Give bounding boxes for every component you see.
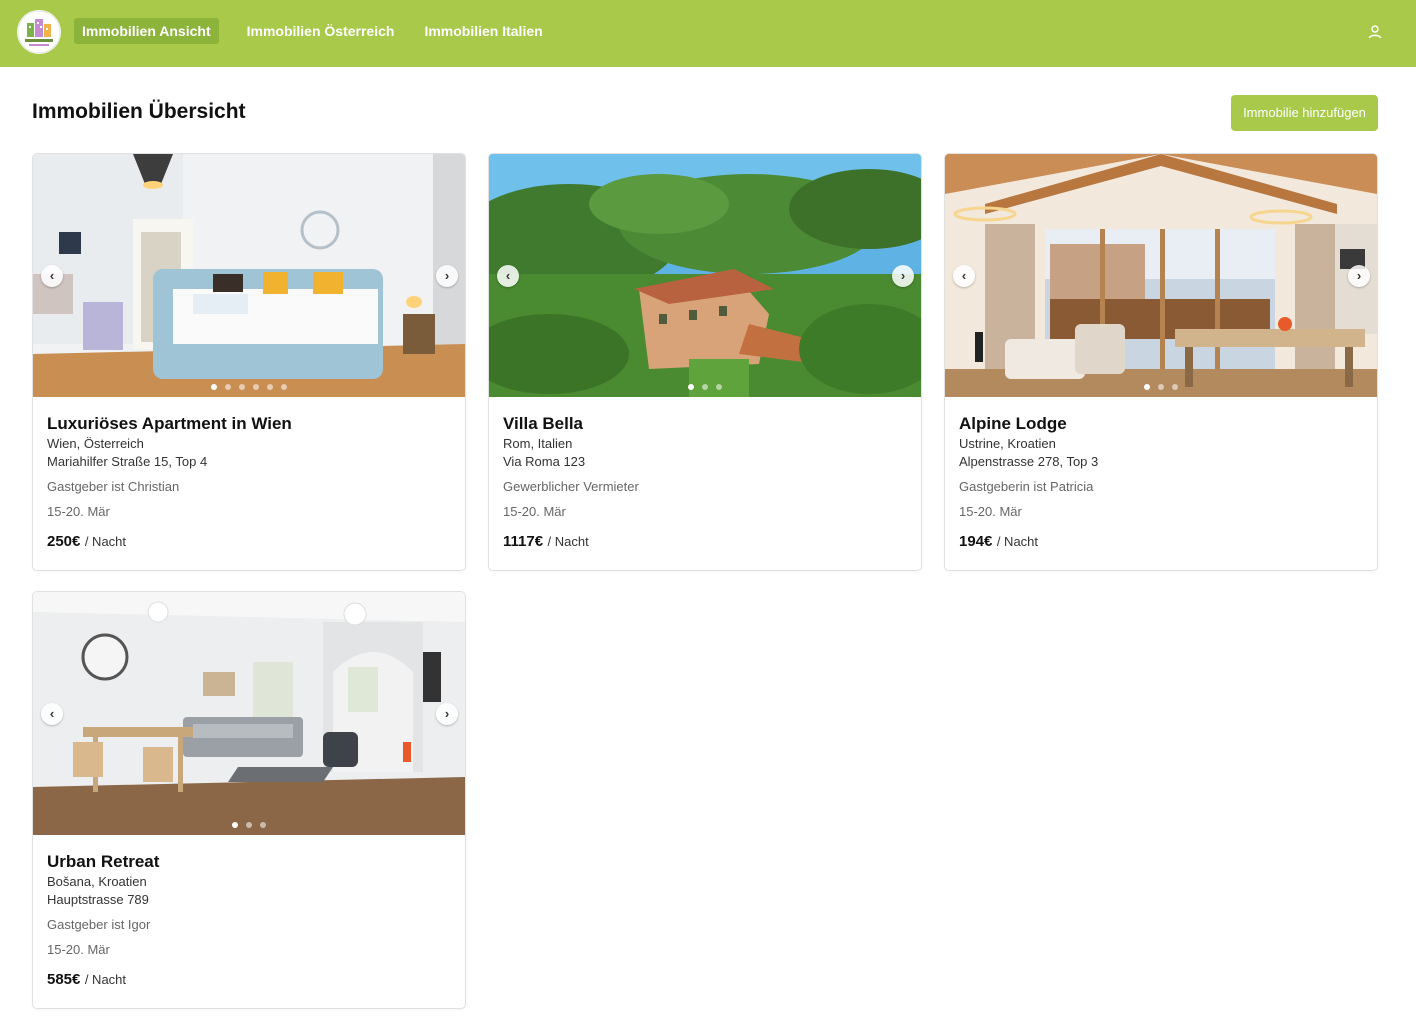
property-card[interactable]: ‹ › Luxuriöses Apartment in Wien Wien, Ö… (32, 153, 466, 571)
property-dates: 15-20. Mär (503, 504, 566, 519)
price-value: 1117€ (503, 533, 544, 550)
carousel-prev-button[interactable]: ‹ (41, 703, 63, 725)
carousel-dot[interactable] (1172, 384, 1178, 390)
property-price: 585€ / Nacht (47, 970, 451, 990)
price-value: 585€ (47, 971, 81, 988)
main-nav: Immobilien Ansicht Immobilien Österreich… (74, 18, 551, 44)
property-host: Gastgeberin ist Patricia (959, 479, 1094, 494)
page-title: Immobilien Übersicht (32, 100, 246, 123)
property-location: Wien, Österreich (47, 436, 144, 451)
property-title[interactable]: Alpine Lodge (959, 414, 1363, 434)
nav-item-immobilien-italien[interactable]: Immobilien Italien (416, 18, 550, 44)
villa-photo (489, 154, 921, 397)
property-address: Alpenstrasse 278, Top 3 (959, 454, 1099, 469)
carousel-dots (33, 384, 465, 390)
carousel-dot[interactable] (232, 822, 238, 828)
property-address: Via Roma 123 (503, 454, 586, 469)
carousel-dot[interactable] (211, 384, 217, 390)
carousel-dots (489, 384, 921, 390)
nav-item-immobilien-ansicht[interactable]: Immobilien Ansicht (74, 18, 219, 44)
property-card[interactable]: ‹ › Alpine Lodge Ustrine, Kroatien Alpen… (944, 153, 1378, 571)
property-card[interactable]: ‹ › Villa Bella Rom, Italien Via Roma 12… (488, 153, 922, 571)
carousel-dot[interactable] (702, 384, 708, 390)
carousel-prev-button[interactable]: ‹ (497, 265, 519, 287)
property-price: 1117€ / Nacht (503, 532, 907, 552)
property-title[interactable]: Urban Retreat (47, 852, 451, 872)
property-price: 194€ / Nacht (959, 532, 1363, 552)
price-unit: / Nacht (84, 972, 127, 987)
carousel-prev-button[interactable]: ‹ (41, 265, 63, 287)
carousel-dot[interactable] (1158, 384, 1164, 390)
property-dates: 15-20. Mär (959, 504, 1022, 519)
price-value: 194€ (959, 533, 993, 550)
user-icon[interactable] (1366, 23, 1384, 41)
property-card[interactable]: ‹ › Urban Retreat Bošana, Kroatien Haupt… (32, 591, 466, 1009)
property-location: Ustrine, Kroatien (959, 436, 1056, 451)
property-image-carousel: ‹ › (33, 592, 465, 835)
property-address: Hauptstrasse 789 (47, 892, 149, 907)
carousel-dot[interactable] (246, 822, 252, 828)
price-value: 250€ (47, 533, 81, 550)
property-title[interactable]: Luxuriöses Apartment in Wien (47, 414, 451, 434)
price-unit: / Nacht (84, 534, 127, 549)
price-unit: / Nacht (996, 534, 1039, 549)
carousel-dot[interactable] (1144, 384, 1150, 390)
carousel-next-button[interactable]: › (436, 703, 458, 725)
property-location: Bošana, Kroatien (47, 874, 147, 889)
property-host: Gewerblicher Vermieter (503, 479, 639, 494)
carousel-next-button[interactable]: › (436, 265, 458, 287)
property-host: Gastgeber ist Igor (47, 917, 151, 932)
carousel-dot[interactable] (688, 384, 694, 390)
property-price: 250€ / Nacht (47, 532, 451, 552)
property-dates: 15-20. Mär (47, 942, 110, 957)
property-location: Rom, Italien (503, 436, 573, 451)
property-host: Gastgeber ist Christian (47, 479, 180, 494)
carousel-dot[interactable] (716, 384, 722, 390)
carousel-dots (33, 822, 465, 828)
property-address: Mariahilfer Straße 15, Top 4 (47, 454, 208, 469)
nav-item-immobilien-oesterreich[interactable]: Immobilien Österreich (239, 18, 403, 44)
property-image-carousel: ‹ › (33, 154, 465, 397)
carousel-dot[interactable] (253, 384, 259, 390)
top-navigation-bar: Immobilien Ansicht Immobilien Österreich… (0, 0, 1416, 67)
alpine-lodge-photo (945, 154, 1377, 397)
carousel-next-button[interactable]: › (892, 265, 914, 287)
carousel-prev-button[interactable]: ‹ (953, 265, 975, 287)
logo-graphic (17, 10, 61, 54)
property-title[interactable]: Villa Bella (503, 414, 907, 434)
property-image-carousel: ‹ › (945, 154, 1377, 397)
urban-apartment-photo (33, 592, 465, 835)
property-dates: 15-20. Mär (47, 504, 110, 519)
price-unit: / Nacht (547, 534, 589, 549)
property-image-carousel: ‹ › (489, 154, 921, 397)
carousel-dot[interactable] (239, 384, 245, 390)
bedroom-photo (33, 154, 465, 397)
carousel-dot[interactable] (225, 384, 231, 390)
carousel-dot[interactable] (281, 384, 287, 390)
carousel-dot[interactable] (260, 822, 266, 828)
carousel-dot[interactable] (267, 384, 273, 390)
carousel-dots (945, 384, 1377, 390)
add-property-button[interactable]: Immobilie hinzufügen (1231, 95, 1378, 131)
carousel-next-button[interactable]: › (1348, 265, 1370, 287)
brand-logo[interactable] (17, 10, 61, 54)
